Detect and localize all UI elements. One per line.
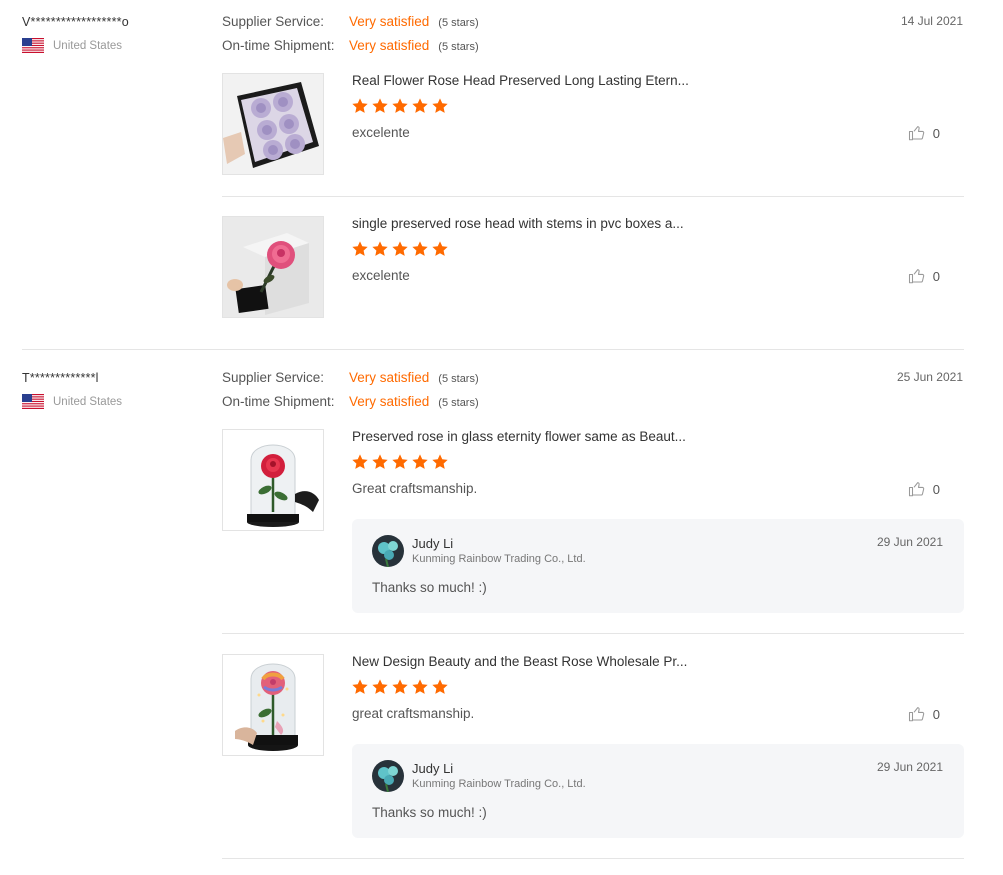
reply-author-name: Judy Li [412, 536, 454, 551]
star-icon [432, 98, 448, 113]
review-comment: excelente [352, 268, 410, 283]
reviewed-product: single preserved rose head with stems in… [222, 216, 964, 319]
review-comment: great craftsmanship. [352, 706, 475, 721]
country-label: United States [53, 39, 123, 52]
rating-stars-text: (5 stars) [438, 41, 479, 53]
like-button[interactable]: 0 [908, 705, 940, 723]
star-icon [352, 98, 368, 113]
thumbs-up-icon [908, 126, 925, 141]
rainbow-rose-glass-dome-photo[interactable] [222, 654, 324, 756]
star-icon [372, 679, 388, 694]
star-icon [412, 241, 428, 256]
reviews-page: V******************o United States Suppl… [0, 0, 1003, 875]
reply-author-name: Judy Li [412, 761, 454, 776]
rating-label: Supplier Service: [222, 14, 325, 29]
star-icon [432, 679, 448, 694]
rating-value: Very satisfied [349, 14, 430, 29]
reviewer-country: United States [22, 394, 122, 409]
like-count: 0 [932, 481, 940, 497]
star-icon [412, 679, 428, 694]
rating-label: On-time Shipment: [222, 394, 335, 409]
like-count: 0 [932, 125, 940, 141]
product-divider [222, 858, 964, 859]
product-title[interactable]: New Design Beauty and the Beast Rose Who… [352, 654, 687, 669]
review-divider [22, 349, 964, 350]
reply-text: Thanks so much! :) [372, 580, 487, 595]
like-button[interactable]: 0 [908, 124, 940, 142]
star-icon [412, 98, 428, 113]
reviewed-product: Real Flower Rose Head Preserved Long Las… [222, 73, 964, 176]
reviewer-name: V******************o [22, 15, 129, 29]
review-date: 14 Jul 2021 [900, 14, 963, 28]
avatar [372, 760, 404, 792]
lavender-roses-box-photo[interactable] [222, 73, 324, 175]
supplier-service-rating: Supplier Service: Very satisfied (5 star… [222, 14, 479, 29]
star-icon [352, 241, 368, 256]
rating-stars-text: (5 stars) [438, 17, 479, 29]
rating-stars-text: (5 stars) [438, 373, 479, 385]
review-comment: Great craftsmanship. [352, 481, 478, 496]
product-title[interactable]: single preserved rose head with stems in… [352, 216, 684, 231]
star-icon [432, 454, 448, 469]
star-icon [372, 454, 388, 469]
product-divider [222, 196, 964, 197]
supplier-service-rating: Supplier Service: Very satisfied (5 star… [222, 370, 479, 385]
reply-date: 29 Jun 2021 [876, 760, 943, 774]
rating-label: Supplier Service: [222, 370, 325, 385]
reply-text: Thanks so much! :) [372, 805, 487, 820]
star-icon [432, 241, 448, 256]
like-count: 0 [932, 268, 940, 284]
star-icon [352, 454, 368, 469]
pink-rose-pvc-box-photo[interactable] [222, 216, 324, 318]
thumbs-up-icon [908, 707, 925, 722]
review-date: 25 Jun 2021 [896, 370, 963, 384]
avatar [372, 535, 404, 567]
rating-label: On-time Shipment: [222, 38, 335, 53]
reviewer-name: T*************l [22, 371, 99, 385]
product-title[interactable]: Real Flower Rose Head Preserved Long Las… [352, 73, 689, 88]
product-star-rating [351, 453, 449, 471]
red-rose-glass-dome-photo[interactable] [222, 429, 324, 531]
star-icon [372, 241, 388, 256]
rating-stars-text: (5 stars) [438, 397, 479, 409]
on-time-shipment-rating: On-time Shipment: Very satisfied (5 star… [222, 394, 479, 409]
rating-value: Very satisfied [349, 38, 430, 53]
star-icon [352, 679, 368, 694]
review-card: T*************l United States Supplier S… [0, 356, 1003, 866]
star-icon [392, 679, 408, 694]
thumbs-up-icon [908, 482, 925, 497]
review-card: V******************o United States Suppl… [0, 0, 1003, 350]
star-icon [392, 241, 408, 256]
product-star-rating [351, 97, 449, 115]
reviewed-product: New Design Beauty and the Beast Rose Who… [222, 654, 964, 844]
reply-date: 29 Jun 2021 [876, 535, 943, 549]
supplier-reply: Judy Li Kunming Rainbow Trading Co., Ltd… [352, 744, 964, 838]
reviewed-product: Preserved rose in glass eternity flower … [222, 429, 964, 619]
reply-company: Kunming Rainbow Trading Co., Ltd. [412, 553, 586, 565]
rating-value: Very satisfied [349, 394, 430, 409]
product-star-rating [351, 240, 449, 258]
on-time-shipment-rating: On-time Shipment: Very satisfied (5 star… [222, 38, 479, 53]
supplier-reply: Judy Li Kunming Rainbow Trading Co., Ltd… [352, 519, 964, 613]
us-flag-icon [22, 394, 44, 409]
star-icon [412, 454, 428, 469]
product-divider [222, 633, 964, 634]
like-button[interactable]: 0 [908, 267, 940, 285]
review-comment: excelente [352, 125, 410, 140]
reviewer-country: United States [22, 38, 122, 53]
product-star-rating [351, 678, 449, 696]
thumbs-up-icon [908, 269, 925, 284]
star-icon [392, 98, 408, 113]
like-button[interactable]: 0 [908, 480, 940, 498]
product-title[interactable]: Preserved rose in glass eternity flower … [352, 429, 686, 444]
like-count: 0 [932, 706, 940, 722]
star-icon [372, 98, 388, 113]
country-label: United States [53, 395, 123, 408]
us-flag-icon [22, 38, 44, 53]
star-icon [392, 454, 408, 469]
reply-company: Kunming Rainbow Trading Co., Ltd. [412, 778, 586, 790]
rating-value: Very satisfied [349, 370, 430, 385]
